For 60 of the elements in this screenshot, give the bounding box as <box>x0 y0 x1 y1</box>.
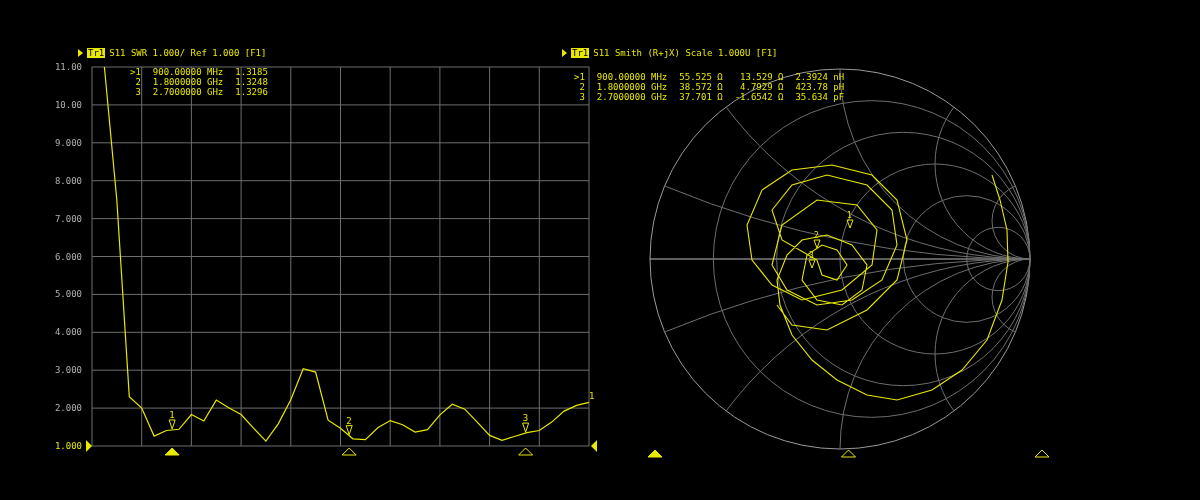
marker-label: 3 <box>522 413 529 424</box>
marker-reactance: 13.529 Ω <box>739 72 784 82</box>
marker-reactance: -1.6542 Ω <box>734 92 784 102</box>
marker-number: 3 <box>578 92 585 102</box>
marker-pointer <box>345 425 353 436</box>
axis-label: 2.000 <box>54 403 82 414</box>
marker-frequency: 900.00000 MHz <box>152 67 224 77</box>
marker-triangle[interactable] <box>647 449 663 458</box>
marker-frequency: 1.8000000 GHz <box>152 77 224 87</box>
marker-triangle[interactable] <box>518 447 534 456</box>
axis-label: 11.00 <box>54 62 82 72</box>
marker-triangle[interactable] <box>841 449 856 458</box>
marker-triangle[interactable] <box>341 447 357 456</box>
marker-triangle[interactable] <box>164 447 180 456</box>
marker-pointer <box>846 219 854 229</box>
marker-label: 2 <box>346 415 352 426</box>
marker-number: 2 <box>578 82 585 92</box>
trace-title: S11 SWR 1.000/ Ref 1.000 [F1] <box>109 48 267 58</box>
axis-label: 3.000 <box>54 365 82 376</box>
marker-pointer <box>168 419 176 430</box>
marker-frequency: 2.7000000 GHz <box>596 92 668 102</box>
marker-resistance: 55.525 Ω <box>679 72 723 82</box>
axis-label: 5.000 <box>54 289 82 300</box>
marker-pointer <box>522 422 530 433</box>
axis-label: 8.000 <box>54 175 82 186</box>
marker-value: 1.3248 <box>235 77 268 87</box>
marker-number: 3 <box>134 87 141 97</box>
marker-equivalent: 423.78 pH <box>795 82 845 92</box>
marker-label: 1 <box>169 409 175 420</box>
triangle-icon <box>562 49 567 57</box>
axis-label: 7.000 <box>54 213 82 224</box>
marker-label: 2 <box>814 231 819 240</box>
axis-label: 4.000 <box>54 327 82 338</box>
trace-end-label: 1 <box>589 391 595 402</box>
marker-reactance: 4.7929 Ω <box>739 82 784 92</box>
marker-resistance: 38.572 Ω <box>679 82 723 92</box>
reference-marker <box>86 440 92 452</box>
marker-resistance: 37.701 Ω <box>679 92 723 102</box>
marker-value: 1.3185 <box>235 67 268 77</box>
marker-equivalent: 35.634 pF <box>795 92 845 102</box>
marker-number: >1 <box>130 67 141 77</box>
marker-frequency: 900.00000 MHz <box>596 72 668 82</box>
marker-value: 1.3296 <box>235 87 268 97</box>
marker-label: 3 <box>809 251 814 260</box>
axis-label: 10.00 <box>54 99 82 110</box>
marker-triangle[interactable] <box>1034 449 1050 458</box>
trace-badge[interactable]: Tr1 <box>571 48 590 58</box>
axis-label: 6.000 <box>54 251 82 262</box>
marker-number: >1 <box>574 72 585 82</box>
marker-frequency: 2.7000000 GHz <box>152 87 224 97</box>
marker-frequency: 1.8000000 GHz <box>596 82 668 92</box>
trace-title: S11 Smith (R+jX) Scale 1.000U [F1] <box>593 48 778 58</box>
reference-marker <box>591 440 597 452</box>
marker-equivalent: 2.3924 nH <box>795 72 845 82</box>
triangle-icon <box>78 49 83 57</box>
marker-number: 2 <box>134 77 141 87</box>
trace-badge[interactable]: Tr1 <box>87 48 106 58</box>
marker-label: 1 <box>847 211 852 220</box>
axis-label: 9.000 <box>54 137 82 148</box>
axis-label: 1.000 <box>54 441 82 451</box>
